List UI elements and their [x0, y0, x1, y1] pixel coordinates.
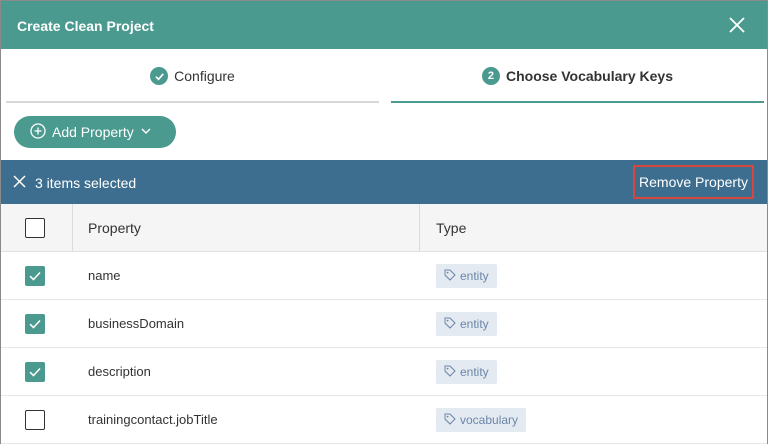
type-tag: entity — [436, 312, 497, 336]
table-header: Property Type — [1, 204, 767, 252]
step-label: Choose Vocabulary Keys — [505, 68, 674, 84]
chevron-down-icon — [140, 124, 152, 140]
tag-icon — [444, 269, 456, 284]
step-configure[interactable]: Configure — [6, 49, 379, 105]
tag-icon — [444, 413, 456, 428]
remove-property-button[interactable]: Remove Property — [633, 165, 754, 199]
property-name: trainingcontact.jobTitle — [88, 412, 218, 427]
row-checkbox[interactable] — [25, 314, 45, 334]
row-checkbox[interactable] — [25, 362, 45, 382]
property-name: name — [88, 268, 121, 283]
property-name: businessDomain — [88, 316, 185, 331]
type-label: entity — [460, 317, 489, 331]
step-number-badge: 2 — [481, 67, 500, 85]
add-property-button[interactable]: Add Property — [14, 116, 176, 148]
column-divider — [419, 204, 420, 252]
column-divider — [72, 204, 73, 252]
add-property-label: Add Property — [52, 124, 134, 140]
row-checkbox[interactable] — [25, 266, 45, 286]
step-underline — [6, 101, 379, 103]
type-tag: entity — [436, 264, 497, 288]
step-label: Configure — [174, 68, 235, 84]
wizard-steps: Configure 2 Choose Vocabulary Keys — [1, 49, 767, 105]
tag-icon — [444, 365, 456, 380]
type-tag: vocabulary — [436, 408, 527, 432]
select-all-checkbox[interactable] — [25, 218, 45, 238]
close-icon[interactable] — [725, 13, 749, 37]
selection-count: 3 items selected — [35, 175, 137, 191]
column-header-type: Type — [436, 220, 467, 236]
type-label: entity — [460, 269, 489, 283]
table-row[interactable]: name entity — [1, 252, 767, 300]
dialog-title: Create Clean Project — [17, 18, 154, 34]
tag-icon — [444, 317, 456, 332]
table-row[interactable]: trainingcontact.jobTitle vocabulary — [1, 396, 767, 444]
step-underline-active — [391, 101, 764, 103]
type-tag: entity — [436, 360, 497, 384]
type-label: vocabulary — [460, 413, 519, 427]
table-row[interactable]: businessDomain entity — [1, 300, 767, 348]
check-icon — [150, 67, 169, 85]
step-choose-vocabulary-keys[interactable]: 2 Choose Vocabulary Keys — [391, 49, 764, 105]
plus-circle-icon — [30, 122, 46, 142]
properties-table: Property Type name entity businessDomain… — [1, 204, 767, 444]
dialog-header: Create Clean Project — [1, 1, 767, 49]
type-label: entity — [460, 365, 489, 379]
column-header-property: Property — [88, 220, 141, 236]
create-clean-project-dialog: Create Clean Project Configure 2 Choose … — [0, 0, 768, 444]
property-name: description — [88, 364, 151, 379]
row-checkbox[interactable] — [25, 410, 45, 430]
table-row[interactable]: description entity — [1, 348, 767, 396]
clear-selection-icon[interactable] — [13, 175, 26, 188]
